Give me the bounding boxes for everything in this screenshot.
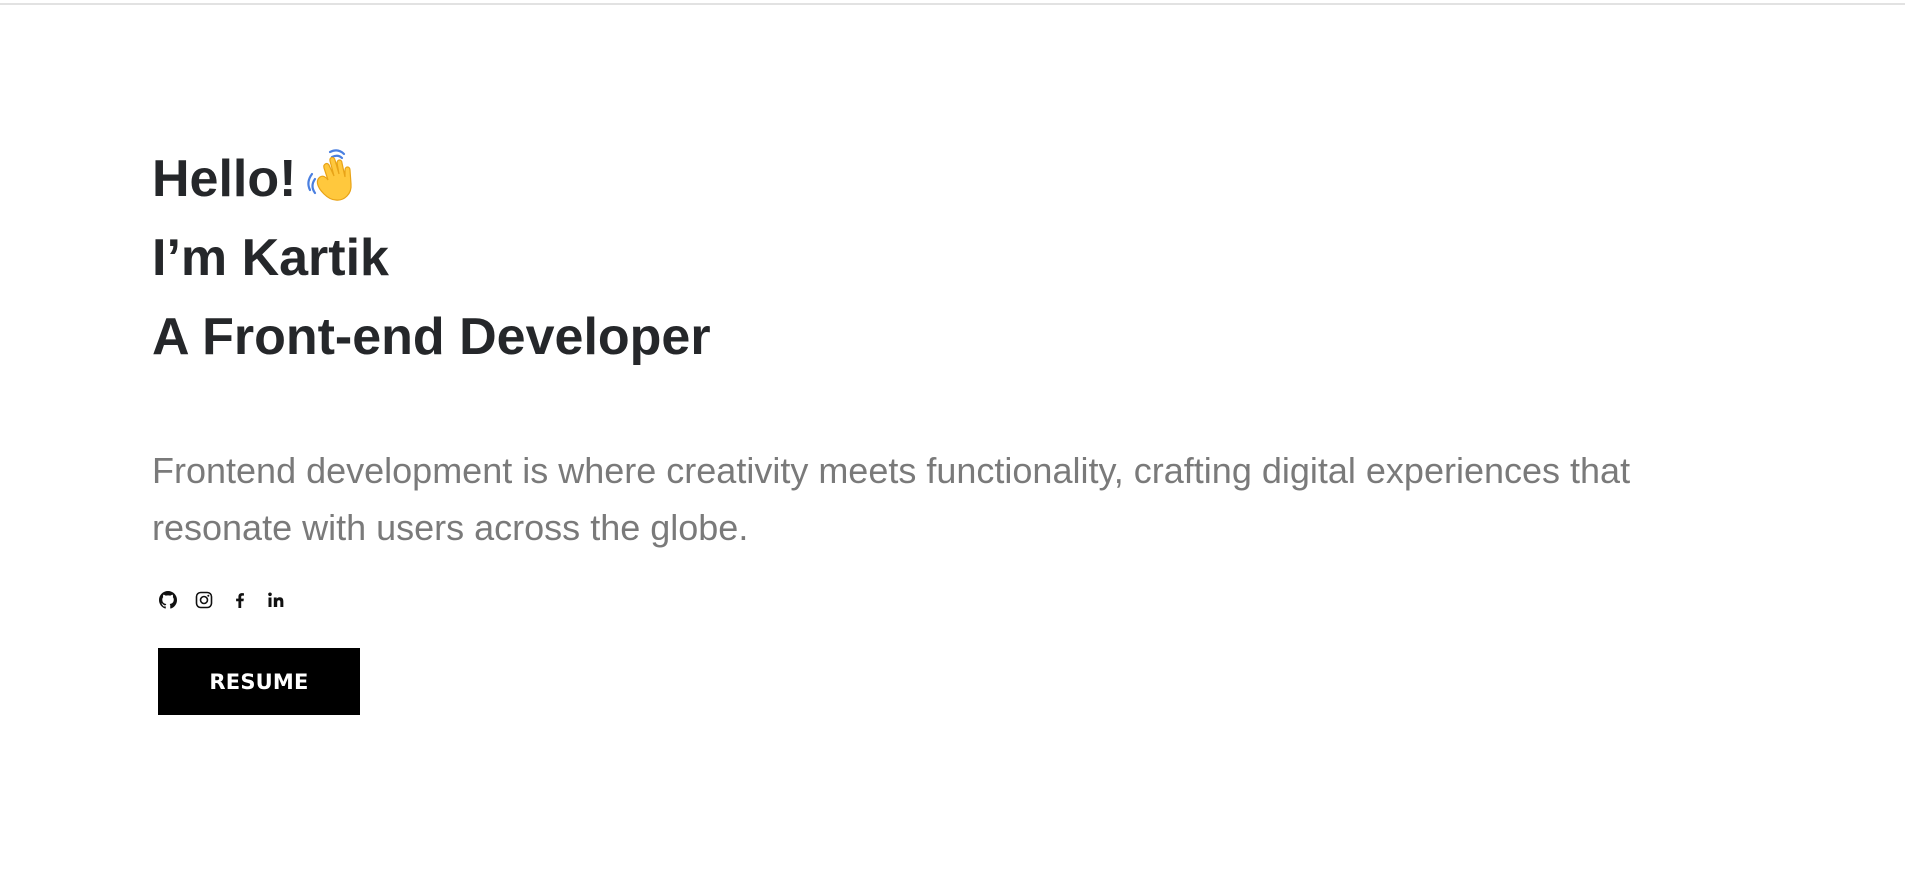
social-links (158, 590, 286, 610)
hero-heading: Hello! I’m Kartik A Front-end Developer (152, 140, 1772, 377)
top-divider (0, 3, 1905, 5)
waving-hand-icon (304, 146, 364, 202)
tagline-text: Frontend development is where creativity… (152, 450, 1631, 548)
greeting-text: Hello! (152, 150, 297, 208)
github-icon (159, 591, 177, 609)
instagram-icon (195, 591, 213, 609)
facebook-icon (231, 591, 249, 609)
role-line: A Front-end Developer (152, 308, 711, 366)
greeting-line: Hello! (152, 140, 1772, 219)
linkedin-link[interactable] (266, 590, 286, 610)
github-link[interactable] (158, 590, 178, 610)
linkedin-icon (267, 591, 285, 609)
name-line: I’m Kartik (152, 229, 389, 287)
instagram-link[interactable] (194, 590, 214, 610)
resume-button[interactable]: RESUME (158, 648, 360, 715)
facebook-link[interactable] (230, 590, 250, 610)
